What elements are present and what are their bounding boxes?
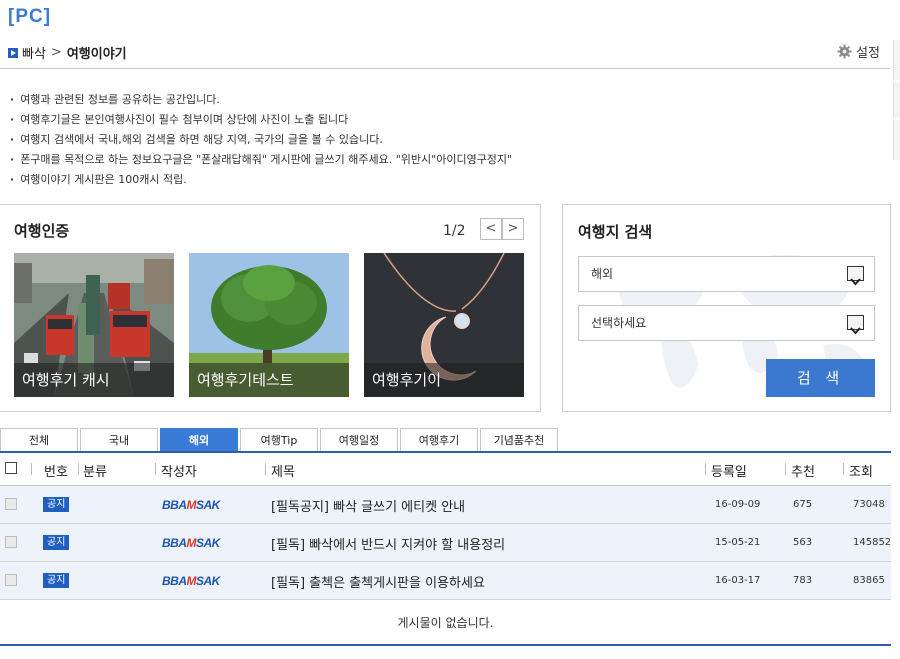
settings-label: 설정 (856, 46, 880, 61)
header-no: 번호 (44, 465, 68, 480)
tab-domestic[interactable]: 국내 (80, 428, 158, 452)
header-views: 조회 (849, 465, 873, 480)
search-title: 여행지 검색 (578, 223, 653, 241)
column-divider (78, 463, 79, 475)
travel-card-tree[interactable]: 여행후기테스트 (189, 253, 349, 397)
table-row: 공지 BBAMSAK [필독공지] 빠삭 글쓰기 에티켓 안내 16-09-09… (0, 486, 891, 524)
post-title-link[interactable]: [필독] 빠삭에서 반드시 지켜야 할 내용정리 (271, 534, 505, 553)
notice-badge: 공지 (43, 573, 70, 588)
select-all-checkbox[interactable] (5, 462, 17, 474)
row-checkbox[interactable] (5, 498, 17, 510)
column-divider (785, 463, 786, 475)
breadcrumb-arrow-icon (8, 47, 18, 58)
travel-auth-panel: 여행인증 1/2 < > 여행후기 캐시 여행후기테스트 여행후기이 (0, 204, 541, 412)
bbasak-logo: BBAMSAK (162, 498, 220, 512)
destination-search-panel: 여행지 검색 해외 선택하세요 검 색 (562, 204, 891, 412)
post-date: 16-03-17 (715, 575, 761, 586)
notice-item: 여행과 관련된 정보를 공유하는 공간입니다. (10, 90, 512, 110)
notice-badge: 공지 (43, 497, 70, 512)
settings-button[interactable]: 설정 (837, 42, 880, 61)
notice-item: 여행후기글은 본인여행사진이 필수 첨부이며 상단에 사진이 노출 됩니다 (10, 110, 512, 130)
right-scroll-edge (893, 120, 900, 160)
post-views: 83865 (853, 575, 885, 586)
bbasak-logo: BBAMSAK (162, 536, 220, 550)
header-author: 작성자 (161, 465, 197, 480)
notice-list: 여행과 관련된 정보를 공유하는 공간입니다. 여행후기글은 본인여행사진이 필… (10, 90, 512, 190)
column-divider (843, 463, 844, 475)
tab-travel-tip[interactable]: 여행Tip (240, 428, 318, 452)
tab-overseas[interactable]: 해외 (160, 428, 238, 452)
post-table: 번호 분류 작성자 제목 등록일 추천 조회 공지 BBAMSAK [필독공지]… (0, 453, 891, 646)
region-select[interactable]: 해외 (578, 256, 875, 292)
travel-card-caption: 여행후기이 (364, 363, 524, 397)
travel-auth-title: 여행인증 (14, 222, 70, 240)
post-views: 73048 (853, 499, 885, 510)
travel-card-caption: 여행후기 캐시 (14, 363, 174, 397)
travel-card-bus[interactable]: 여행후기 캐시 (14, 253, 174, 397)
header-date: 등록일 (711, 465, 747, 480)
country-select-value: 선택하세요 (591, 316, 647, 330)
column-divider (705, 463, 706, 475)
row-checkbox[interactable] (5, 536, 17, 548)
notice-item: 폰구매를 목적으로 하는 정보요구글은 "폰살래답해줘" 게시판에 글쓰기 해주… (10, 150, 512, 170)
region-select-value: 해외 (591, 267, 614, 281)
breadcrumb: 빠삭 > 여행이야기 (8, 43, 127, 62)
post-date: 16-09-09 (715, 499, 761, 510)
column-divider (265, 463, 266, 475)
row-checkbox[interactable] (5, 574, 17, 586)
breadcrumb-current[interactable]: 여행이야기 (67, 43, 127, 62)
breadcrumb-root[interactable]: 빠삭 (22, 43, 46, 62)
notice-item: 여행이야기 게시판은 100캐시 적립. (10, 170, 512, 190)
gear-icon (837, 44, 852, 59)
right-scroll-edge (893, 40, 900, 80)
table-row: 공지 BBAMSAK [필독] 빠삭에서 반드시 지켜야 할 내용정리 15-0… (0, 524, 891, 562)
post-date: 15-05-21 (715, 537, 761, 548)
post-title-link[interactable]: [필독] 출첵은 출첵게시판을 이용하세요 (271, 572, 485, 591)
empty-message: 게시물이 없습니다. (0, 600, 891, 646)
tab-review[interactable]: 여행후기 (400, 428, 478, 452)
post-recommend: 783 (793, 575, 813, 586)
header-divider (0, 68, 890, 69)
country-select[interactable]: 선택하세요 (578, 305, 875, 341)
chevron-down-icon (847, 266, 864, 286)
table-header: 번호 분류 작성자 제목 등록일 추천 조회 (0, 453, 891, 486)
tab-souvenir[interactable]: 기념품추천 (480, 428, 558, 452)
next-page-button[interactable]: > (502, 218, 524, 240)
post-title-link[interactable]: [필독공지] 빠삭 글쓰기 에티켓 안내 (271, 496, 465, 515)
travel-card-necklace[interactable]: 여행후기이 (364, 253, 524, 397)
notice-item: 여행지 검색에서 국내,해외 검색을 하면 해당 지역, 국가의 글을 볼 수 … (10, 130, 512, 150)
chevron-down-icon (847, 315, 864, 335)
pc-label: [PC] (8, 6, 52, 27)
header-recommend: 추천 (791, 465, 815, 480)
tab-all[interactable]: 전체 (0, 428, 78, 452)
notice-badge: 공지 (43, 535, 70, 550)
header-category: 분류 (83, 465, 107, 480)
tab-itinerary[interactable]: 여행일정 (320, 428, 398, 452)
header-title: 제목 (271, 465, 295, 480)
breadcrumb-separator: > (50, 45, 62, 60)
post-views: 145852 (853, 537, 892, 548)
post-recommend: 563 (793, 537, 813, 548)
column-divider (155, 463, 156, 475)
travel-card-caption: 여행후기테스트 (189, 363, 349, 397)
right-scroll-edge (893, 82, 900, 118)
search-button[interactable]: 검 색 (766, 359, 875, 397)
prev-page-button[interactable]: < (480, 218, 502, 240)
pager-indicator: 1/2 (443, 223, 466, 239)
table-row: 공지 BBAMSAK [필독] 출첵은 출첵게시판을 이용하세요 16-03-1… (0, 562, 891, 600)
post-recommend: 675 (793, 499, 813, 510)
column-divider (31, 463, 32, 475)
bbasak-logo: BBAMSAK (162, 574, 220, 588)
